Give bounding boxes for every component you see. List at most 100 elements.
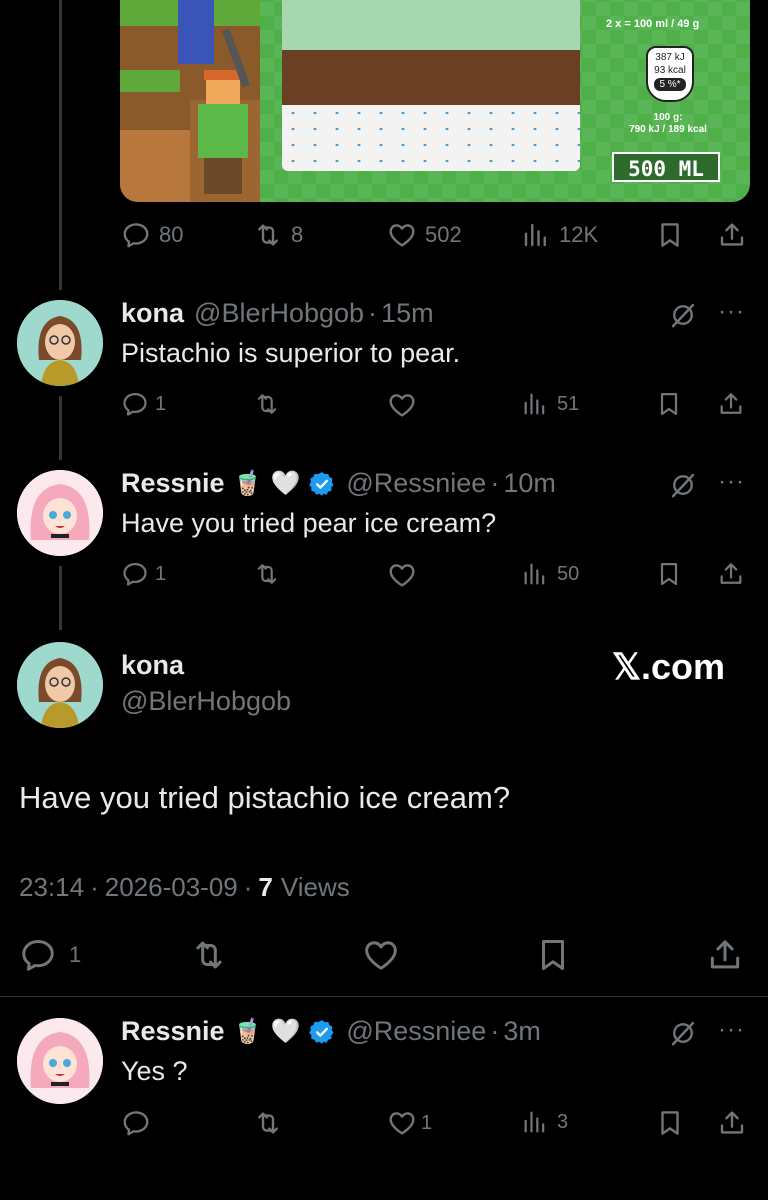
reply-button[interactable]: 1: [121, 390, 166, 418]
reply-icon: [121, 390, 149, 418]
views-label: Views: [280, 872, 350, 902]
views-count: 12K: [559, 222, 599, 247]
repost-button[interactable]: [253, 560, 281, 588]
handle[interactable]: @Ressniee: [346, 468, 486, 499]
repost-button[interactable]: 8: [253, 220, 303, 250]
repost-icon: [253, 390, 281, 418]
grok-icon[interactable]: [668, 470, 698, 500]
like-icon: [387, 220, 417, 250]
reply1-header: kona @BlerHobgob · 15m: [121, 298, 434, 329]
post-time[interactable]: 23:14: [19, 872, 84, 903]
share-button[interactable]: [717, 1108, 747, 1138]
avatar[interactable]: [17, 300, 103, 386]
bookmark-button[interactable]: [655, 1108, 685, 1138]
avatar[interactable]: [17, 1018, 103, 1104]
main-post-text: Have you tried pistachio ice cream?: [19, 780, 511, 815]
energy-percent: 5 %*: [654, 78, 686, 91]
like-icon: [361, 936, 401, 974]
views-button[interactable]: 3: [521, 1108, 568, 1136]
post-date[interactable]: 2026-03-09: [105, 872, 238, 903]
repost-button[interactable]: [253, 390, 281, 418]
like-button[interactable]: [387, 390, 417, 420]
share-button[interactable]: [717, 220, 747, 250]
grok-icon[interactable]: [668, 300, 698, 330]
display-name[interactable]: Ressnie: [121, 468, 225, 499]
bookmark-icon: [655, 390, 683, 418]
avatar-ressnie-image: [17, 470, 103, 556]
alex-character: [188, 70, 258, 194]
views-count: 7: [258, 872, 273, 902]
display-name[interactable]: Ressnie: [121, 1016, 225, 1047]
bookmark-button[interactable]: [655, 390, 683, 418]
emoji-heart: 🤍: [270, 1018, 301, 1045]
views-count: 51: [557, 392, 580, 415]
share-icon: [717, 560, 745, 588]
views-button[interactable]: 50: [521, 560, 579, 588]
reply2-header: Ressnie 🧋 🤍 @Ressniee · 10m: [121, 468, 556, 499]
serving-label: 2 x = 100 ml / 49 g: [606, 18, 699, 30]
views-button[interactable]: 12K: [521, 220, 598, 250]
share-icon: [717, 1108, 747, 1138]
avatar[interactable]: [17, 470, 103, 556]
thread-line: [59, 0, 62, 290]
views-count: 3: [557, 1110, 569, 1133]
steve-character: [178, 0, 214, 64]
like-count: 1: [421, 1111, 433, 1134]
bookmark-button[interactable]: [655, 220, 685, 250]
timestamp[interactable]: 15m: [381, 298, 434, 329]
handle[interactable]: @BlerHobgob: [121, 686, 291, 717]
reply-count: 1: [155, 392, 167, 415]
share-icon: [706, 936, 744, 974]
like-button[interactable]: 502: [387, 220, 462, 250]
bookmark-icon: [655, 220, 685, 250]
views-icon: [521, 560, 549, 588]
energy-kj: 387 kJ: [655, 52, 685, 63]
grok-icon[interactable]: [668, 1018, 698, 1048]
reply-count: 1: [155, 562, 167, 585]
more-icon[interactable]: ···: [718, 298, 745, 326]
volume-label: 500 ML: [612, 152, 720, 182]
energy-badge: 387 kJ 93 kcal 5 %*: [646, 46, 694, 102]
share-button[interactable]: [706, 936, 744, 974]
reply-button[interactable]: 80: [121, 220, 183, 250]
like-button[interactable]: [361, 936, 401, 974]
reply-button[interactable]: [121, 1108, 151, 1138]
ice-cream-block: [282, 0, 580, 171]
display-name[interactable]: kona: [121, 650, 184, 681]
serving-count: 2 x: [606, 18, 622, 30]
repost-button[interactable]: [253, 1108, 283, 1138]
like-icon: [387, 560, 417, 590]
timestamp[interactable]: 10m: [503, 468, 556, 499]
views-button[interactable]: 51: [521, 390, 579, 418]
post-image[interactable]: 2 x = 100 ml / 49 g 387 kJ 93 kcal 5 %* …: [120, 0, 750, 202]
repost-icon: [253, 1108, 283, 1138]
separator: ·: [368, 298, 378, 328]
like-button[interactable]: [387, 560, 417, 590]
views-icon: [521, 1108, 549, 1136]
more-icon[interactable]: ···: [718, 1016, 745, 1044]
like-icon: [387, 1108, 417, 1138]
post-metadata: 23:14 · 2026-03-09 · 7 Views: [19, 872, 350, 903]
bookmark-button[interactable]: [655, 560, 683, 588]
reply-icon: [121, 220, 151, 250]
display-name[interactable]: kona: [121, 298, 184, 329]
per100-title: 100 g:: [653, 112, 683, 123]
per100-values: 790 kJ / 189 kcal: [629, 124, 707, 135]
repost-icon: [253, 220, 283, 250]
like-button[interactable]: 1: [387, 1108, 432, 1138]
reply-icon: [121, 1108, 151, 1138]
thread-line: [59, 566, 62, 630]
share-button[interactable]: [717, 560, 745, 588]
bookmark-button[interactable]: [534, 936, 572, 974]
timestamp[interactable]: 3m: [503, 1016, 541, 1047]
post-text: Pistachio is superior to pear.: [121, 338, 461, 368]
handle[interactable]: @BlerHobgob: [194, 298, 364, 329]
reply-button[interactable]: 1: [19, 936, 81, 974]
repost-button[interactable]: [190, 936, 228, 974]
more-icon[interactable]: ···: [718, 468, 745, 496]
avatar[interactable]: [17, 642, 103, 728]
verified-icon: [308, 1018, 336, 1046]
reply-button[interactable]: 1: [121, 560, 166, 588]
handle[interactable]: @Ressniee: [346, 1016, 486, 1047]
share-button[interactable]: [717, 390, 745, 418]
